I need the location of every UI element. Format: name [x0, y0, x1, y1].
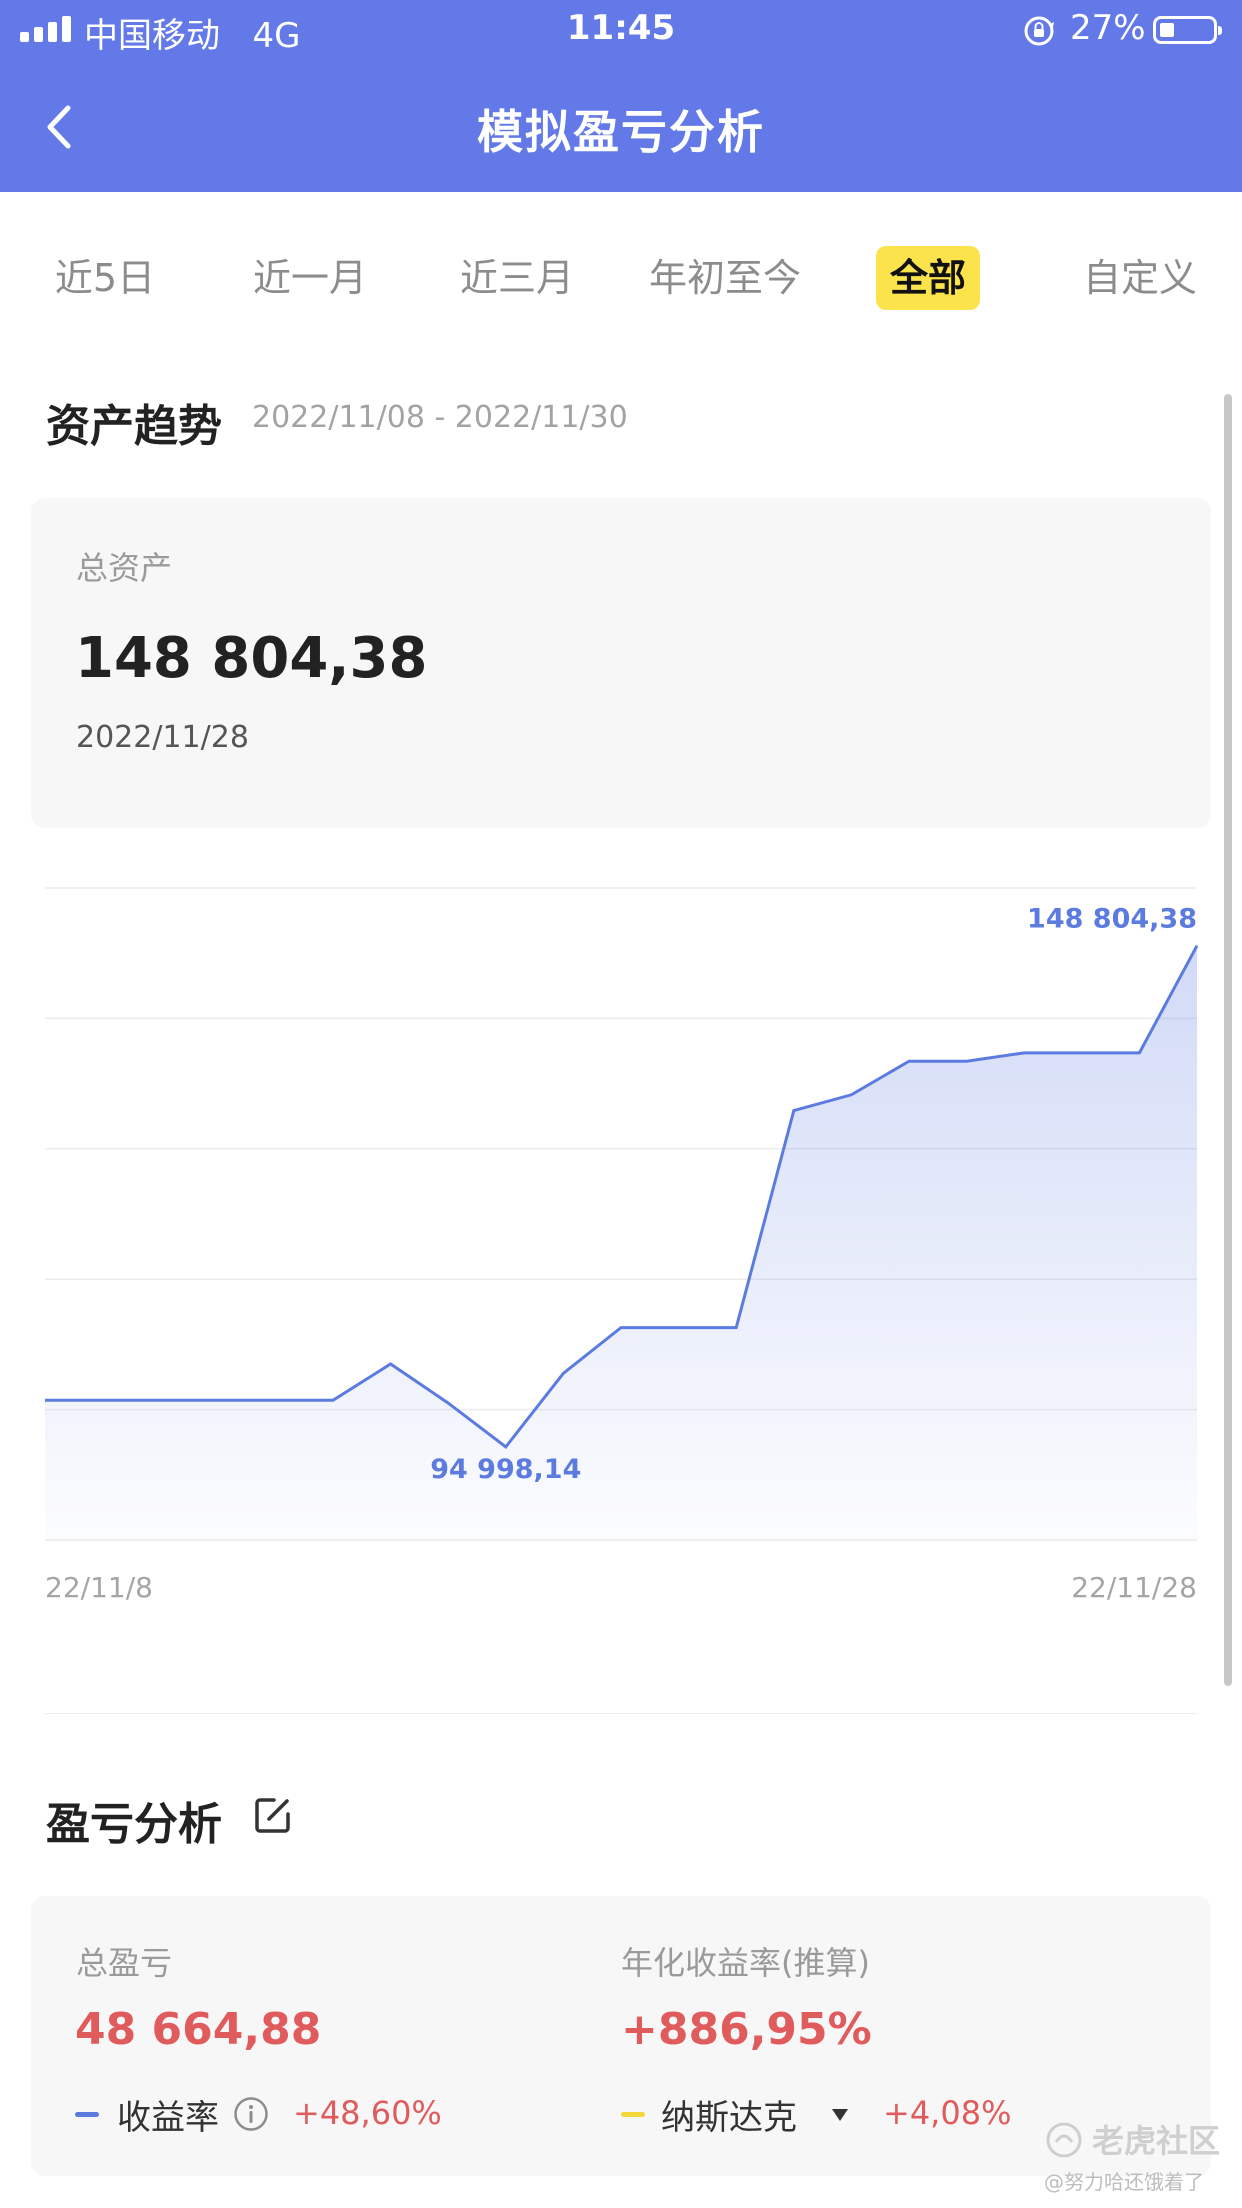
annualized-return-label: 年化收益率(推算)	[621, 1944, 870, 1982]
edit-icon[interactable]	[252, 1794, 294, 1836]
tab-3-months[interactable]: 近三月	[447, 246, 587, 310]
tab-custom[interactable]: 自定义	[1070, 246, 1210, 310]
total-assets-label: 总资产	[76, 549, 173, 587]
annualized-return-value: +886,95%	[621, 2004, 872, 2055]
period-tabs: 近5日 近一月 近三月 年初至今 全部 自定义	[0, 228, 1242, 328]
battery-icon	[1153, 16, 1222, 44]
benchmark-legend-swatch	[621, 2112, 645, 2117]
rotation-lock-icon	[1024, 16, 1054, 46]
chart-point	[1137, 1051, 1141, 1055]
page-title: 模拟盈亏分析	[477, 105, 765, 159]
min-value-label: 94 998,14	[430, 1454, 581, 1485]
chart-point	[1022, 1051, 1026, 1055]
pnl-card: 总盈亏 48 664,88 年化收益率(推算) +886,95% 收益率 +48…	[31, 1896, 1211, 2176]
return-legend-value: +48,60%	[293, 2094, 442, 2132]
asset-trend-chart: 148 804,38 94 998,14 22/11/8 22/11/28	[0, 870, 1242, 1630]
watermark-title: 老虎社区	[1092, 2122, 1221, 2160]
chart-point	[273, 1398, 277, 1402]
tab-5-days[interactable]: 近5日	[40, 246, 170, 310]
section-divider	[45, 1713, 1197, 1714]
watermark-logo-icon	[1046, 2122, 1082, 2158]
scrollbar[interactable]	[1224, 394, 1232, 1686]
chart-point	[619, 1326, 623, 1330]
chart-point	[504, 1445, 508, 1449]
chart-point	[849, 1093, 853, 1097]
chart-point	[1080, 1051, 1084, 1055]
total-assets-value: 148 804,38	[75, 626, 428, 691]
x-axis-start-label: 22/11/8	[45, 1571, 153, 1604]
asset-trend-svg: 148 804,38 94 998,14 22/11/8 22/11/28	[43, 887, 1199, 1604]
chart-point	[43, 1398, 47, 1402]
chart-point	[734, 1326, 738, 1330]
chart-point	[216, 1398, 220, 1402]
tab-all[interactable]: 全部	[876, 246, 981, 310]
pnl-title: 盈亏分析	[46, 1799, 222, 1850]
community-watermark: 老虎社区 @努力哈还饿着了	[1040, 2112, 1230, 2202]
asset-trend-title: 资产趋势	[46, 401, 222, 452]
return-legend-label: 收益率	[117, 2098, 219, 2138]
chart-point	[446, 1401, 450, 1405]
battery-percent: 27%	[1070, 8, 1146, 48]
x-axis-end-label: 22/11/28	[1071, 1571, 1197, 1604]
nav-bar: 模拟盈亏分析	[0, 62, 1242, 192]
chart-point	[1195, 944, 1199, 948]
chart-point	[561, 1371, 565, 1375]
return-legend-swatch	[75, 2112, 99, 2117]
benchmark-legend-value: +4,08%	[883, 2094, 1012, 2132]
total-assets-card: 总资产 148 804,38 2022/11/28	[31, 498, 1211, 828]
watermark-user: @努力哈还饿着了	[1044, 2170, 1204, 2194]
status-bar: 中国移动 4G 11:45 27%	[0, 0, 1242, 62]
chart-point	[907, 1059, 911, 1063]
info-icon[interactable]	[233, 2096, 269, 2132]
chart-point	[331, 1398, 335, 1402]
benchmark-legend-label[interactable]: 纳斯达克	[661, 2090, 797, 2139]
tab-1-month[interactable]: 近一月	[240, 246, 380, 310]
chart-point	[101, 1398, 105, 1402]
max-value-label: 148 804,38	[1027, 904, 1197, 935]
total-pnl-value: 48 664,88	[75, 2004, 322, 2055]
tab-ytd[interactable]: 年初至今	[640, 246, 810, 310]
asset-trend-date-range: 2022/11/08 - 2022/11/30	[252, 400, 628, 435]
total-assets-date: 2022/11/28	[76, 720, 249, 755]
chart-point	[677, 1326, 681, 1330]
chart-point	[792, 1109, 796, 1113]
chart-point	[158, 1398, 162, 1402]
chart-area-fill	[45, 945, 1197, 1540]
total-pnl-label: 总盈亏	[76, 1944, 173, 1982]
dropdown-triangle-icon[interactable]	[829, 2106, 851, 2124]
chart-point	[965, 1059, 969, 1063]
chart-point	[389, 1362, 393, 1366]
